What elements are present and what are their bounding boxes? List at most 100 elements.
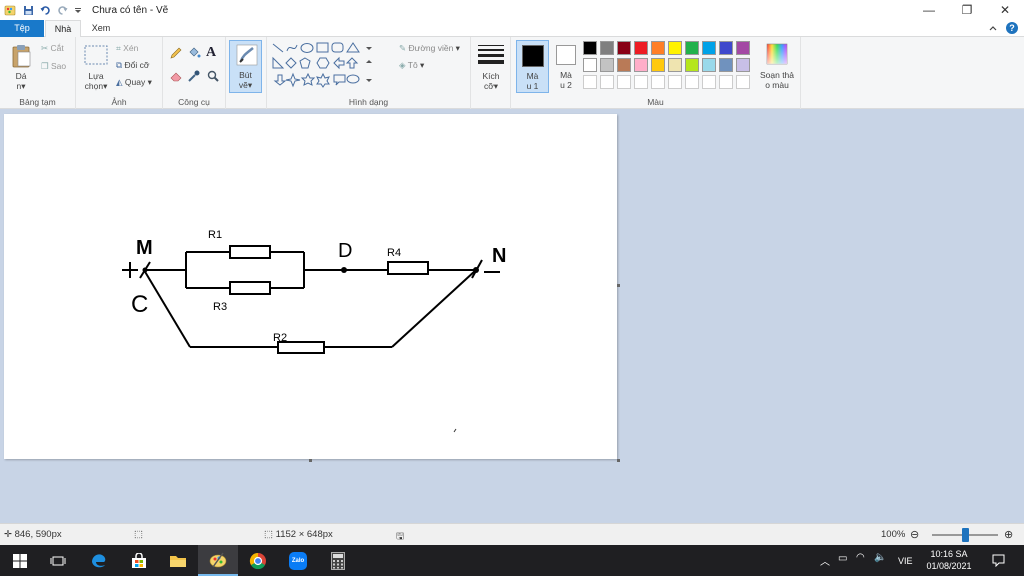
select-button[interactable]: Lựa chọn▾ bbox=[78, 71, 114, 91]
custom-color-slot[interactable] bbox=[719, 75, 733, 89]
fill-bucket-icon[interactable] bbox=[187, 46, 201, 60]
line-size-icon[interactable] bbox=[477, 43, 505, 65]
label-r4: R4 bbox=[387, 247, 401, 259]
palette-swatch[interactable] bbox=[651, 41, 665, 55]
taskbar-file-explorer[interactable] bbox=[158, 545, 198, 576]
magnifier-icon[interactable] bbox=[206, 69, 220, 83]
crop-button[interactable]: ⌗ Xén bbox=[116, 43, 138, 54]
color2-button[interactable]: Mà u 2 bbox=[551, 40, 581, 93]
customize-toolbar-icon[interactable] bbox=[74, 6, 82, 14]
palette-swatch[interactable] bbox=[583, 58, 597, 72]
palette-swatch[interactable] bbox=[702, 41, 716, 55]
title-bar: Chưa có tên - Vẽ — ❐ ✕ bbox=[0, 0, 1024, 20]
palette-swatch[interactable] bbox=[702, 58, 716, 72]
language-indicator[interactable]: VIE bbox=[898, 556, 913, 566]
resize-button[interactable]: ⧉ Đổi cỡ bbox=[116, 60, 149, 71]
palette-swatch[interactable] bbox=[685, 58, 699, 72]
maximize-button[interactable]: ❐ bbox=[948, 0, 986, 20]
custom-color-slot[interactable] bbox=[583, 75, 597, 89]
task-view-button[interactable] bbox=[38, 545, 78, 576]
tab-view[interactable]: Xem bbox=[82, 20, 120, 37]
clock[interactable]: 10:16 SA 01/08/2021 bbox=[922, 548, 976, 572]
zoom-slider[interactable] bbox=[932, 528, 998, 542]
palette-swatch[interactable] bbox=[719, 41, 733, 55]
cut-button[interactable]: ✂ Cắt bbox=[41, 43, 64, 54]
brushes-button[interactable]: Bút vẽ▾ bbox=[229, 40, 262, 93]
canvas-resize-handle-corner[interactable] bbox=[617, 459, 620, 462]
rotate-button[interactable]: ◭ Quay ▾ bbox=[116, 77, 152, 88]
save-icon[interactable] bbox=[23, 5, 34, 16]
outline-icon: ✎ bbox=[399, 43, 407, 53]
canvas-resize-handle-right[interactable] bbox=[617, 284, 620, 287]
edit-colors-button[interactable]: Soạn thả o màu bbox=[757, 40, 797, 93]
palette-swatch[interactable] bbox=[668, 58, 682, 72]
taskbar-store[interactable] bbox=[119, 545, 159, 576]
notification-icon[interactable] bbox=[992, 554, 1005, 567]
copy-button[interactable]: ❐ Sao bbox=[41, 61, 66, 72]
eraser-icon[interactable] bbox=[169, 69, 183, 83]
taskbar-calculator[interactable] bbox=[318, 545, 358, 576]
palette-swatch[interactable] bbox=[685, 41, 699, 55]
taskbar-zalo[interactable]: Zalo bbox=[278, 545, 318, 576]
palette-swatch[interactable] bbox=[600, 41, 614, 55]
drawing-canvas[interactable]: M C D N R1 R3 R4 R2 bbox=[4, 114, 617, 459]
taskbar-chrome[interactable] bbox=[238, 545, 278, 576]
palette-swatch[interactable] bbox=[668, 41, 682, 55]
outline-dropdown[interactable]: ✎ Đường viền ▾ bbox=[399, 43, 460, 54]
canvas-resize-handle-bottom[interactable] bbox=[309, 459, 312, 462]
palette-swatch[interactable] bbox=[651, 58, 665, 72]
palette-swatch[interactable] bbox=[600, 58, 614, 72]
custom-color-slot[interactable] bbox=[634, 75, 648, 89]
custom-color-slot[interactable] bbox=[651, 75, 665, 89]
custom-color-slot[interactable] bbox=[685, 75, 699, 89]
pencil-icon[interactable] bbox=[169, 46, 183, 60]
collapse-ribbon-icon[interactable] bbox=[988, 23, 998, 33]
custom-color-slot[interactable] bbox=[736, 75, 750, 89]
tray-chevron-up-icon[interactable]: ︿ bbox=[820, 553, 830, 568]
size-label-2: cỡ bbox=[483, 81, 494, 91]
brushes-label-1: Bút bbox=[239, 70, 252, 80]
custom-color-slot[interactable] bbox=[617, 75, 631, 89]
palette-swatch[interactable] bbox=[634, 41, 648, 55]
custom-color-slot[interactable] bbox=[702, 75, 716, 89]
paste-button[interactable]: Dá n▾ bbox=[6, 71, 36, 91]
tab-file[interactable]: Tệp bbox=[0, 20, 44, 37]
tab-home[interactable]: Nhà bbox=[45, 20, 81, 38]
file-size-icon: 🖫 bbox=[396, 531, 405, 542]
redo-icon[interactable] bbox=[57, 5, 68, 16]
paste-icon[interactable] bbox=[11, 43, 33, 69]
close-button[interactable]: ✕ bbox=[986, 0, 1024, 20]
palette-swatch[interactable] bbox=[634, 58, 648, 72]
palette-swatch[interactable] bbox=[583, 41, 597, 55]
select-icon[interactable] bbox=[84, 45, 108, 65]
palette-swatch[interactable] bbox=[736, 41, 750, 55]
wifi-icon[interactable]: ◠ bbox=[856, 552, 865, 563]
minimize-button[interactable]: — bbox=[910, 0, 948, 20]
color1-button[interactable]: Mà u 1 bbox=[516, 40, 549, 93]
label-r2: R2 bbox=[273, 332, 287, 344]
custom-color-slot[interactable] bbox=[600, 75, 614, 89]
status-bar: ✛ 846, 590px ⬚ ⬚ 1152 × 648px 🖫 100% ⊖ ⊕ bbox=[0, 523, 1024, 545]
battery-icon[interactable]: ▭ bbox=[838, 553, 847, 564]
label-m: M bbox=[136, 237, 153, 259]
custom-color-slot[interactable] bbox=[668, 75, 682, 89]
size-button[interactable]: Kích cỡ▾ bbox=[473, 71, 509, 91]
label-d: D bbox=[338, 240, 352, 262]
text-tool-icon[interactable]: A bbox=[206, 45, 216, 61]
taskbar-edge[interactable] bbox=[79, 545, 119, 576]
taskbar-paint[interactable] bbox=[198, 545, 238, 576]
palette-swatch[interactable] bbox=[617, 41, 631, 55]
fill-dropdown[interactable]: ◈ Tô ▾ bbox=[399, 60, 424, 71]
help-icon[interactable]: ? bbox=[1006, 22, 1018, 34]
palette-swatch[interactable] bbox=[617, 58, 631, 72]
start-button[interactable] bbox=[0, 545, 40, 576]
zoom-in-button[interactable]: ⊕ bbox=[1004, 528, 1013, 541]
zoom-slider-thumb[interactable] bbox=[961, 528, 969, 542]
volume-icon[interactable]: 🔈 bbox=[874, 552, 886, 563]
palette-swatch[interactable] bbox=[736, 58, 750, 72]
palette-swatch[interactable] bbox=[719, 58, 733, 72]
color-picker-icon[interactable] bbox=[187, 69, 201, 83]
undo-icon[interactable] bbox=[40, 5, 51, 16]
shapes-gallery[interactable] bbox=[271, 41, 385, 91]
zoom-out-button[interactable]: ⊖ bbox=[910, 528, 919, 541]
